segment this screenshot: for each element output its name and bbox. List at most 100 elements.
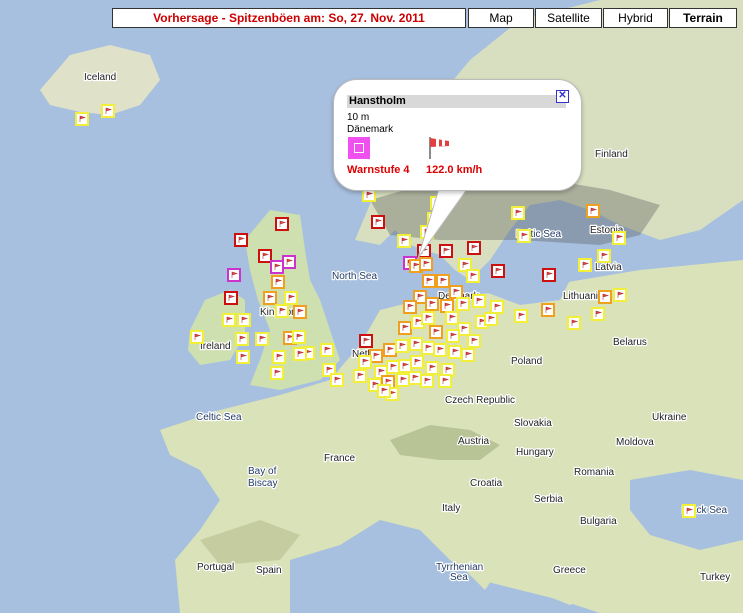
station-marker[interactable] [567, 316, 581, 330]
station-marker[interactable] [445, 311, 459, 325]
station-marker-frame[interactable] [448, 345, 462, 359]
station-marker[interactable] [466, 269, 480, 283]
station-marker-frame[interactable] [490, 300, 504, 314]
station-marker[interactable] [446, 329, 460, 343]
station-marker-frame[interactable] [436, 274, 450, 288]
station-marker[interactable] [578, 258, 592, 272]
station-marker-frame[interactable] [439, 244, 453, 258]
station-marker[interactable] [275, 304, 289, 318]
station-marker-frame[interactable] [438, 374, 452, 388]
station-marker-frame[interactable] [275, 217, 289, 231]
station-marker[interactable] [330, 373, 344, 387]
station-marker[interactable] [397, 234, 411, 248]
station-marker[interactable] [222, 313, 236, 327]
station-marker-frame[interactable] [275, 304, 289, 318]
station-marker[interactable] [456, 297, 470, 311]
station-marker[interactable] [235, 332, 249, 346]
station-marker-frame[interactable] [541, 303, 555, 317]
station-marker[interactable] [408, 371, 422, 385]
station-marker-frame[interactable] [456, 297, 470, 311]
station-marker[interactable] [491, 264, 505, 278]
station-marker-frame[interactable] [613, 288, 627, 302]
station-marker-frame[interactable] [258, 249, 272, 263]
station-marker[interactable] [410, 355, 424, 369]
station-marker[interactable] [403, 300, 417, 314]
station-marker-frame[interactable] [292, 330, 306, 344]
station-marker-frame[interactable] [371, 215, 385, 229]
station-marker[interactable] [271, 275, 285, 289]
station-marker[interactable] [234, 233, 248, 247]
station-marker[interactable] [612, 231, 626, 245]
station-marker[interactable] [448, 345, 462, 359]
station-marker-frame[interactable] [612, 231, 626, 245]
station-marker-frame[interactable] [578, 258, 592, 272]
station-marker-frame[interactable] [271, 275, 285, 289]
station-marker-frame[interactable] [409, 337, 423, 351]
station-marker[interactable] [425, 361, 439, 375]
station-marker[interactable] [425, 297, 439, 311]
station-marker[interactable] [224, 291, 238, 305]
station-marker-frame[interactable] [284, 291, 298, 305]
station-marker[interactable] [292, 330, 306, 344]
station-marker[interactable] [472, 294, 486, 308]
station-marker-frame[interactable] [597, 249, 611, 263]
station-marker[interactable] [517, 229, 531, 243]
station-marker-frame[interactable] [270, 260, 284, 274]
station-marker-frame[interactable] [517, 229, 531, 243]
station-marker-frame[interactable] [235, 332, 249, 346]
station-marker-frame[interactable] [101, 104, 115, 118]
station-marker[interactable] [421, 341, 435, 355]
station-marker[interactable] [275, 217, 289, 231]
station-marker[interactable] [541, 303, 555, 317]
station-marker-frame[interactable] [398, 359, 412, 373]
station-marker[interactable] [511, 206, 525, 220]
station-marker[interactable] [293, 347, 307, 361]
station-marker-frame[interactable] [542, 268, 556, 282]
station-marker-frame[interactable] [472, 294, 486, 308]
station-marker[interactable] [542, 268, 556, 282]
station-marker-frame[interactable] [236, 350, 250, 364]
station-marker-frame[interactable] [234, 233, 248, 247]
station-marker-frame[interactable] [383, 343, 397, 357]
station-marker[interactable] [429, 325, 443, 339]
station-marker[interactable] [438, 374, 452, 388]
station-marker[interactable] [396, 373, 410, 387]
station-marker-frame[interactable] [449, 285, 463, 299]
station-marker[interactable] [358, 355, 372, 369]
station-marker[interactable] [398, 359, 412, 373]
station-marker[interactable] [440, 299, 454, 313]
station-marker[interactable] [359, 334, 373, 348]
station-marker[interactable] [236, 350, 250, 364]
station-marker-frame[interactable] [514, 309, 528, 323]
station-marker-frame[interactable] [222, 313, 236, 327]
station-marker[interactable] [586, 204, 600, 218]
map-type-satellite-button[interactable]: Satellite [535, 8, 602, 28]
station-marker-frame[interactable] [422, 274, 436, 288]
station-marker-frame[interactable] [440, 299, 454, 313]
station-marker-frame[interactable] [386, 360, 400, 374]
station-marker[interactable] [598, 290, 612, 304]
station-marker-frame[interactable] [377, 384, 391, 398]
station-marker[interactable] [371, 215, 385, 229]
station-marker-frame[interactable] [75, 112, 89, 126]
station-marker-frame[interactable] [586, 204, 600, 218]
station-marker[interactable] [255, 332, 269, 346]
station-marker-frame[interactable] [484, 312, 498, 326]
station-marker[interactable] [439, 244, 453, 258]
station-marker[interactable] [422, 274, 436, 288]
station-marker-frame[interactable] [282, 255, 296, 269]
station-marker[interactable] [227, 268, 241, 282]
station-marker[interactable] [320, 343, 334, 357]
station-marker-frame[interactable] [682, 504, 696, 518]
station-marker[interactable] [377, 384, 391, 398]
station-marker-frame[interactable] [466, 269, 480, 283]
station-marker-frame[interactable] [255, 332, 269, 346]
station-marker-frame[interactable] [429, 325, 443, 339]
station-marker[interactable] [190, 330, 204, 344]
station-marker[interactable] [467, 241, 481, 255]
station-marker-frame[interactable] [408, 371, 422, 385]
station-marker-frame[interactable] [397, 234, 411, 248]
station-marker[interactable] [263, 291, 277, 305]
station-marker[interactable] [421, 311, 435, 325]
station-marker-frame[interactable] [396, 373, 410, 387]
